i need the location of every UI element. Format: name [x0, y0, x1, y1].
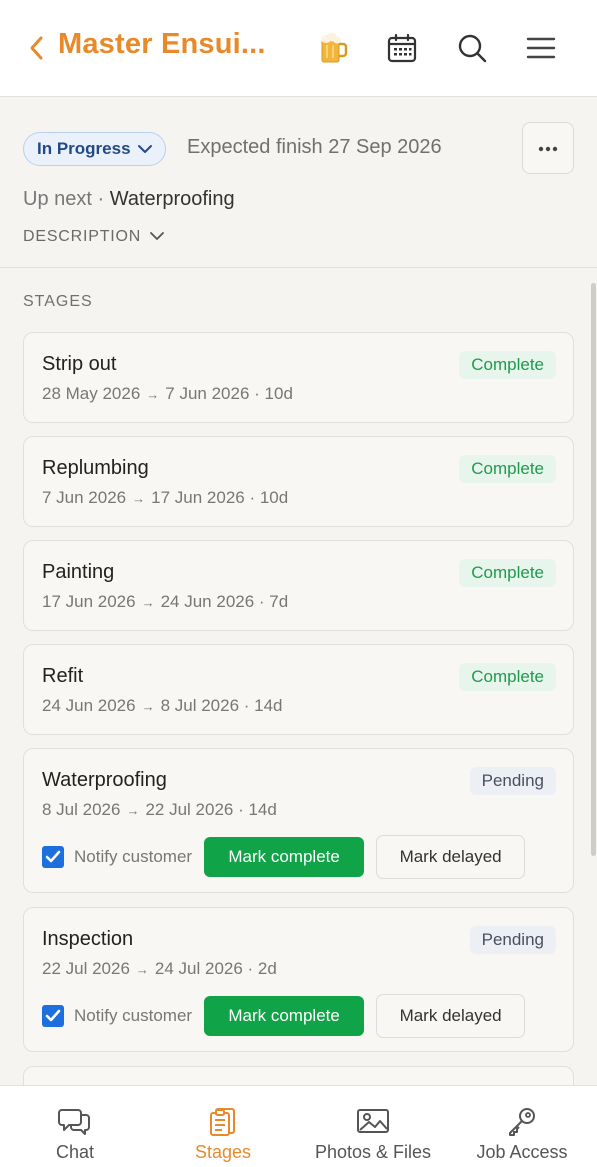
stage-card[interactable]: Inspection 22 Jul 2026 → 24 Jul 2026 · 2d … — [23, 907, 574, 1052]
mark-complete-button[interactable]: Mark complete — [204, 996, 365, 1036]
arrow-icon: → — [132, 491, 146, 506]
search-icon[interactable] — [452, 28, 492, 68]
back-chevron-icon[interactable] — [26, 30, 48, 66]
nav-label: Photos & Files — [314, 1142, 432, 1162]
stage-end-date: 17 Jun 2026 · 10d — [151, 488, 289, 507]
stage-start-date: 24 Jun 2026 — [42, 696, 136, 715]
nav-item-chat[interactable]: Chat — [40, 1086, 110, 1167]
arrow-icon: → — [141, 595, 155, 610]
beer-mug-icon[interactable] — [313, 28, 353, 68]
stage-dates: 28 May 2026 → 7 Jun 2026 · 10d — [42, 384, 293, 404]
nav-label: Job Access — [476, 1142, 568, 1162]
chevron-down-icon — [137, 139, 153, 159]
top-app-bar: Master Ensui... — [0, 0, 597, 97]
stage-name: Painting — [42, 561, 115, 583]
stage-start-date: 28 May 2026 — [42, 384, 141, 403]
stage-actions: Notify customer Mark complete Mark delay… — [42, 994, 526, 1038]
menu-icon[interactable] — [521, 28, 561, 68]
status-badge: Pending — [469, 926, 556, 954]
bottom-navigation: Chat Stages Photos & Files Job Access — [0, 1085, 597, 1167]
status-badge: Complete — [459, 663, 556, 691]
status-label: In Progress — [37, 139, 131, 158]
stage-card[interactable]: Painting 17 Jun 2026 → 24 Jun 2026 · 7d Co… — [23, 540, 574, 631]
stage-start-date: 7 Jun 2026 — [42, 488, 127, 507]
arrow-icon: → — [135, 962, 149, 977]
stage-name: Replumbing — [42, 457, 149, 479]
up-next-label: Up next — [23, 188, 92, 210]
stage-end-date: 22 Jul 2026 · 14d — [145, 800, 277, 819]
up-next: Up next · Waterproofing — [23, 188, 235, 211]
stage-end-date: 7 Jun 2026 · 10d — [165, 384, 293, 403]
stage-end-date: 24 Jul 2026 · 2d — [154, 959, 277, 978]
stage-name: Waterproofing — [42, 769, 167, 791]
chat-icon — [58, 1104, 92, 1138]
nav-item-stages[interactable]: Stages — [183, 1086, 263, 1167]
stage-card[interactable]: Replumbing 7 Jun 2026 → 17 Jun 2026 · 10d … — [23, 436, 574, 527]
calendar-icon[interactable] — [382, 28, 422, 68]
stage-dates: 17 Jun 2026 → 24 Jun 2026 · 7d — [42, 592, 288, 612]
notify-customer-label[interactable]: Notify customer — [74, 847, 192, 867]
mark-delayed-button[interactable]: Mark delayed — [376, 994, 526, 1038]
stage-dates: 8 Jul 2026 → 22 Jul 2026 · 14d — [42, 800, 277, 820]
nav-label: Stages — [194, 1142, 252, 1162]
stage-end-date: 24 Jun 2026 · 7d — [160, 592, 289, 611]
stage-start-date: 8 Jul 2026 — [42, 800, 121, 819]
status-badge: Complete — [459, 559, 556, 587]
scrollbar[interactable] — [591, 283, 596, 856]
stage-card[interactable]: Refit 24 Jun 2026 → 8 Jul 2026 · 14d Compl… — [23, 644, 574, 735]
nav-item-photos-files[interactable]: Photos & Files — [308, 1086, 438, 1167]
page-title: Master Ensui... — [58, 28, 266, 60]
more-horizontal-icon — [538, 139, 558, 157]
stages-section-label: STAGES — [23, 293, 93, 310]
mark-complete-button[interactable]: Mark complete — [204, 837, 365, 877]
stage-name: Refit — [42, 665, 84, 687]
status-badge: Pending — [469, 767, 556, 795]
nav-item-job-access[interactable]: Job Access — [472, 1086, 572, 1167]
notify-customer-label[interactable]: Notify customer — [74, 1006, 192, 1026]
notify-customer-checkbox[interactable] — [42, 846, 64, 868]
description-label: DESCRIPTION — [23, 228, 142, 245]
stage-dates: 7 Jun 2026 → 17 Jun 2026 · 10d — [42, 488, 288, 508]
image-icon — [356, 1104, 390, 1138]
stage-card[interactable]: Waterproofing 8 Jul 2026 → 22 Jul 2026 · 1… — [23, 748, 574, 893]
arrow-icon: → — [146, 387, 160, 402]
mark-delayed-button[interactable]: Mark delayed — [376, 835, 526, 879]
status-dropdown[interactable]: In Progress — [23, 132, 166, 166]
more-options-button[interactable] — [522, 122, 574, 174]
stage-dates: 22 Jul 2026 → 24 Jul 2026 · 2d — [42, 959, 277, 979]
stage-dates: 24 Jun 2026 → 8 Jul 2026 · 14d — [42, 696, 283, 716]
key-icon — [506, 1104, 538, 1138]
up-next-separator: · — [97, 188, 105, 210]
chevron-down-icon — [149, 228, 165, 246]
description-toggle[interactable]: DESCRIPTION — [23, 228, 165, 246]
nav-label: Chat — [55, 1142, 95, 1162]
arrow-icon: → — [126, 803, 140, 818]
stage-end-date: 8 Jul 2026 · 14d — [160, 696, 283, 715]
expected-finish: Expected finish 27 Sep 2026 — [187, 136, 442, 158]
status-badge: Complete — [459, 455, 556, 483]
status-badge: Complete — [459, 351, 556, 379]
stage-name: Strip out — [42, 353, 117, 375]
stage-name: Inspection — [42, 928, 134, 950]
stage-card[interactable]: Strip out 28 May 2026 → 7 Jun 2026 · 10d C… — [23, 332, 574, 423]
notify-customer-checkbox[interactable] — [42, 1005, 64, 1027]
checkmark-icon — [45, 1009, 61, 1022]
stage-start-date: 17 Jun 2026 — [42, 592, 136, 611]
up-next-value: Waterproofing — [109, 188, 235, 210]
arrow-icon: → — [141, 699, 155, 714]
stage-start-date: 22 Jul 2026 — [42, 959, 130, 978]
stages-clipboard-icon — [208, 1104, 238, 1138]
checkmark-icon — [45, 850, 61, 863]
stage-actions: Notify customer Mark complete Mark delay… — [42, 835, 526, 879]
